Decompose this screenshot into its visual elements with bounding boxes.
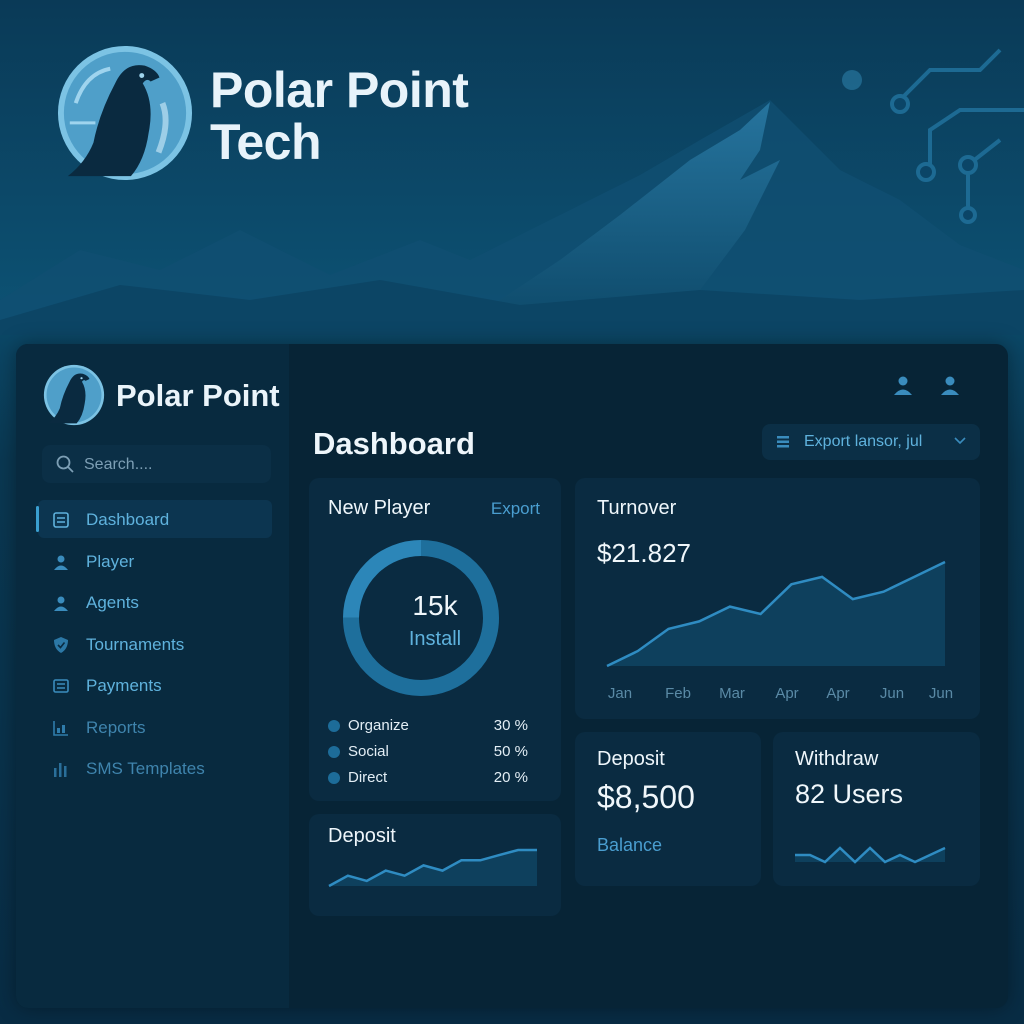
export-dropdown[interactable]: Export lansor, jul xyxy=(762,424,980,460)
sidebar-item-label: Player xyxy=(86,551,135,571)
x-tick-label: Feb xyxy=(665,685,691,702)
chevron-down-icon xyxy=(954,437,966,445)
hero-banner: Polar Point Tech xyxy=(0,0,1024,335)
sidebar-item-reports[interactable]: Reports xyxy=(38,708,272,746)
x-tick-label: Apr xyxy=(775,685,798,702)
user-icon xyxy=(54,555,68,570)
sidebar-item-label: Payments xyxy=(86,676,162,695)
user-icon[interactable] xyxy=(940,374,960,396)
withdraw-value: 82 Users xyxy=(795,779,904,809)
legend-dot xyxy=(328,720,340,732)
deposit-chart-card: Deposit xyxy=(309,814,561,916)
document-icon xyxy=(53,679,69,693)
sidebar-item-agents[interactable]: Agents xyxy=(38,583,272,621)
sidebar-brand: Polar Point xyxy=(116,378,280,413)
deposit-card: Deposit $8,500 Balance xyxy=(575,732,761,886)
donut-center-label: Install xyxy=(408,628,462,650)
legend-item: Direct 20 % xyxy=(328,766,546,792)
sidebar-item-label: Dashboard xyxy=(86,510,170,529)
legend-name: Social xyxy=(348,743,389,760)
donut-legend: Organize 30 % Social 50 % Direct 20 % xyxy=(328,714,546,792)
user-icon[interactable] xyxy=(893,374,913,396)
withdraw-card: Withdraw 82 Users xyxy=(773,732,980,886)
legend-item: Social 50 % xyxy=(328,740,546,766)
sidebar: Polar Point Dashboard Player Agents xyxy=(16,344,289,1008)
sidebar-nav: Dashboard Player Agents Tournaments Paym… xyxy=(36,500,272,791)
export-dropdown-label: Export lansor, jul xyxy=(804,433,923,450)
search-input[interactable] xyxy=(82,445,266,485)
legend-percent: 30 % xyxy=(493,717,528,734)
sidebar-item-tournaments[interactable]: Tournaments xyxy=(38,625,272,663)
sidebar-item-label: Agents xyxy=(86,593,139,612)
sidebar-item-payments[interactable]: Payments xyxy=(38,666,272,704)
hero-title-line1: Polar Point xyxy=(210,62,469,118)
report-icon xyxy=(53,720,68,736)
sidebar-item-label: Tournaments xyxy=(86,634,185,654)
turnover-card: Jan Feb Mar Apr Apr Jun Jun Turnover $21.827 xyxy=(575,478,980,719)
export-link[interactable]: Export xyxy=(491,499,540,519)
legend-dot xyxy=(328,772,340,784)
hero-title: Polar Point Tech xyxy=(210,62,469,170)
sidebar-item-label: Reports xyxy=(86,717,146,737)
penguin-logo xyxy=(43,364,105,426)
dashboard-icon xyxy=(53,512,69,528)
legend-name: Direct xyxy=(348,769,388,786)
donut-center-value: 15k xyxy=(412,590,458,621)
legend-item: Organize 30 % xyxy=(328,714,546,740)
page-title: Dashboard xyxy=(313,426,475,461)
user-icon xyxy=(54,596,68,611)
sidebar-item-dashboard[interactable]: Dashboard xyxy=(36,500,272,538)
withdraw-title: Withdraw xyxy=(795,748,879,770)
legend-name: Organize xyxy=(348,717,409,734)
legend-percent: 50 % xyxy=(493,743,528,760)
x-tick-label: Jan xyxy=(608,685,632,702)
penguin-logo xyxy=(57,45,193,181)
deposit-value: $8,500 xyxy=(597,779,695,815)
bar-chart-icon xyxy=(54,763,67,777)
hero-title-line2: Tech xyxy=(210,114,322,170)
deposit-sub: Balance xyxy=(597,835,663,855)
withdraw-area xyxy=(795,848,945,862)
new-player-title: New Player xyxy=(328,497,431,519)
turnover-value: $21.827 xyxy=(597,538,691,568)
deposit-chart-title: Deposit xyxy=(328,825,396,847)
turnover-area xyxy=(607,562,945,666)
shield-icon xyxy=(54,636,68,653)
x-tick-label: Mar xyxy=(719,685,745,702)
sidebar-item-sms-templates[interactable]: SMS Templates xyxy=(38,749,272,787)
sidebar-item-label: SMS Templates xyxy=(86,759,205,778)
deposit-title: Deposit xyxy=(597,748,665,770)
x-tick-label: Jun xyxy=(929,685,953,702)
turnover-title: Turnover xyxy=(597,497,677,519)
search-box[interactable] xyxy=(42,445,271,485)
sidebar-item-player[interactable]: Player xyxy=(38,542,272,580)
x-tick-label: Jun xyxy=(880,685,904,702)
search-icon xyxy=(56,455,74,473)
app-window: Polar Point Dashboard Player Agents xyxy=(16,344,1008,1008)
x-tick-label: Apr xyxy=(826,685,849,702)
legend-percent: 20 % xyxy=(493,769,528,786)
new-player-card: New Player Export 15k Install Organize 30… xyxy=(309,478,561,801)
list-icon xyxy=(777,436,789,448)
legend-dot xyxy=(328,746,340,758)
